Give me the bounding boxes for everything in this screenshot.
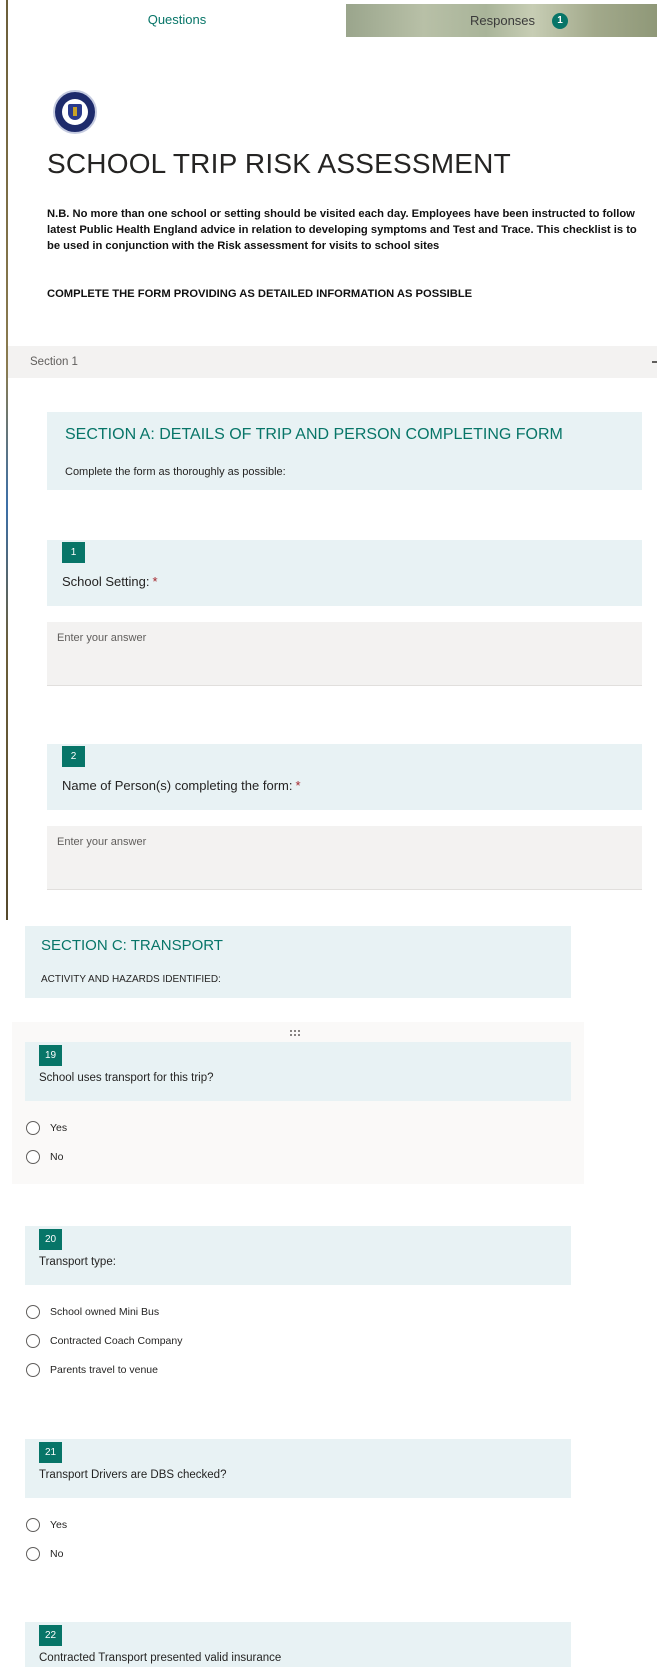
- tab-questions-label: Questions: [147, 12, 207, 27]
- school-crest-logo-icon: [53, 90, 97, 134]
- question-19-text: School uses transport for this trip?: [39, 1072, 214, 1084]
- responses-count-badge: 1: [552, 13, 568, 29]
- question-2-header: 2 Name of Person(s) completing the form:…: [47, 744, 642, 810]
- section-label: Section 1: [30, 356, 78, 368]
- radio-circle-icon[interactable]: [26, 1150, 40, 1164]
- radio-circle-icon[interactable]: [26, 1305, 40, 1319]
- answer-placeholder: Enter your answer: [57, 836, 147, 848]
- tab-questions[interactable]: Questions: [8, 0, 346, 37]
- section-c-title: SECTION C: TRANSPORT: [41, 937, 223, 954]
- question-1-answer-input[interactable]: Enter your answer: [47, 622, 642, 686]
- question-20-header: 20 Transport type:: [25, 1226, 571, 1285]
- form-instruction: COMPLETE THE FORM PROVIDING AS DETAILED …: [47, 288, 473, 300]
- answer-placeholder: Enter your answer: [57, 632, 147, 644]
- option-label: Contracted Coach Company: [50, 1335, 183, 1347]
- left-border-decoration: [6, 0, 8, 920]
- question-19-header: 19 School uses transport for this trip?: [25, 1042, 571, 1101]
- tab-responses[interactable]: Responses 1: [346, 4, 657, 37]
- section-a-header: SECTION A: DETAILS OF TRIP AND PERSON CO…: [47, 412, 642, 490]
- option-label: Parents travel to venue: [50, 1364, 158, 1376]
- required-marker: *: [295, 778, 301, 793]
- option-label: No: [50, 1548, 64, 1560]
- section-c-header: SECTION C: TRANSPORT ACTIVITY AND HAZARD…: [25, 926, 571, 998]
- question-1-text: School Setting: *: [62, 574, 158, 589]
- section-a-title: SECTION A: DETAILS OF TRIP AND PERSON CO…: [65, 426, 563, 443]
- option-label: School owned Mini Bus: [50, 1306, 160, 1318]
- option-label: Yes: [50, 1122, 68, 1134]
- tab-bar: Questions Responses 1: [8, 0, 657, 37]
- section-a-subtitle: Complete the form as thoroughly as possi…: [65, 466, 286, 478]
- question-22-header: 22 Contracted Transport presented valid …: [25, 1622, 571, 1667]
- radio-circle-icon[interactable]: [26, 1518, 40, 1532]
- question-2-text: Name of Person(s) completing the form: *: [62, 778, 301, 793]
- question-21-text: Transport Drivers are DBS checked?: [39, 1469, 227, 1481]
- radio-circle-icon[interactable]: [26, 1547, 40, 1561]
- question-number: 22: [39, 1625, 62, 1646]
- question-20-text: Transport type:: [39, 1256, 116, 1268]
- option-label: Yes: [50, 1519, 68, 1531]
- radio-circle-icon[interactable]: [26, 1334, 40, 1348]
- question-number: 1: [62, 542, 85, 563]
- required-marker: *: [152, 574, 158, 589]
- form-title: SCHOOL TRIP RISK ASSESSMENT: [47, 148, 511, 179]
- question-number: 2: [62, 746, 85, 767]
- question-number: 20: [39, 1229, 62, 1250]
- question-number: 19: [39, 1045, 62, 1066]
- tab-responses-label: Responses: [470, 13, 536, 28]
- radio-circle-icon[interactable]: [26, 1363, 40, 1377]
- form-description: N.B. No more than one school or setting …: [47, 208, 637, 252]
- question-21-header: 21 Transport Drivers are DBS checked?: [25, 1439, 571, 1498]
- question-1-header: 1 School Setting: *: [47, 540, 642, 606]
- question-2-answer-input[interactable]: Enter your answer: [47, 826, 642, 890]
- section-collapse-icon[interactable]: [652, 361, 657, 363]
- question-number: 21: [39, 1442, 62, 1463]
- question-22-text: Contracted Transport presented valid ins…: [39, 1652, 282, 1664]
- radio-circle-icon[interactable]: [26, 1121, 40, 1135]
- section-header[interactable]: Section 1: [8, 346, 657, 378]
- option-label: No: [50, 1151, 64, 1163]
- section-c-subtitle: ACTIVITY AND HAZARDS IDENTIFIED:: [41, 974, 221, 985]
- drag-handle-icon[interactable]: [290, 1030, 302, 1038]
